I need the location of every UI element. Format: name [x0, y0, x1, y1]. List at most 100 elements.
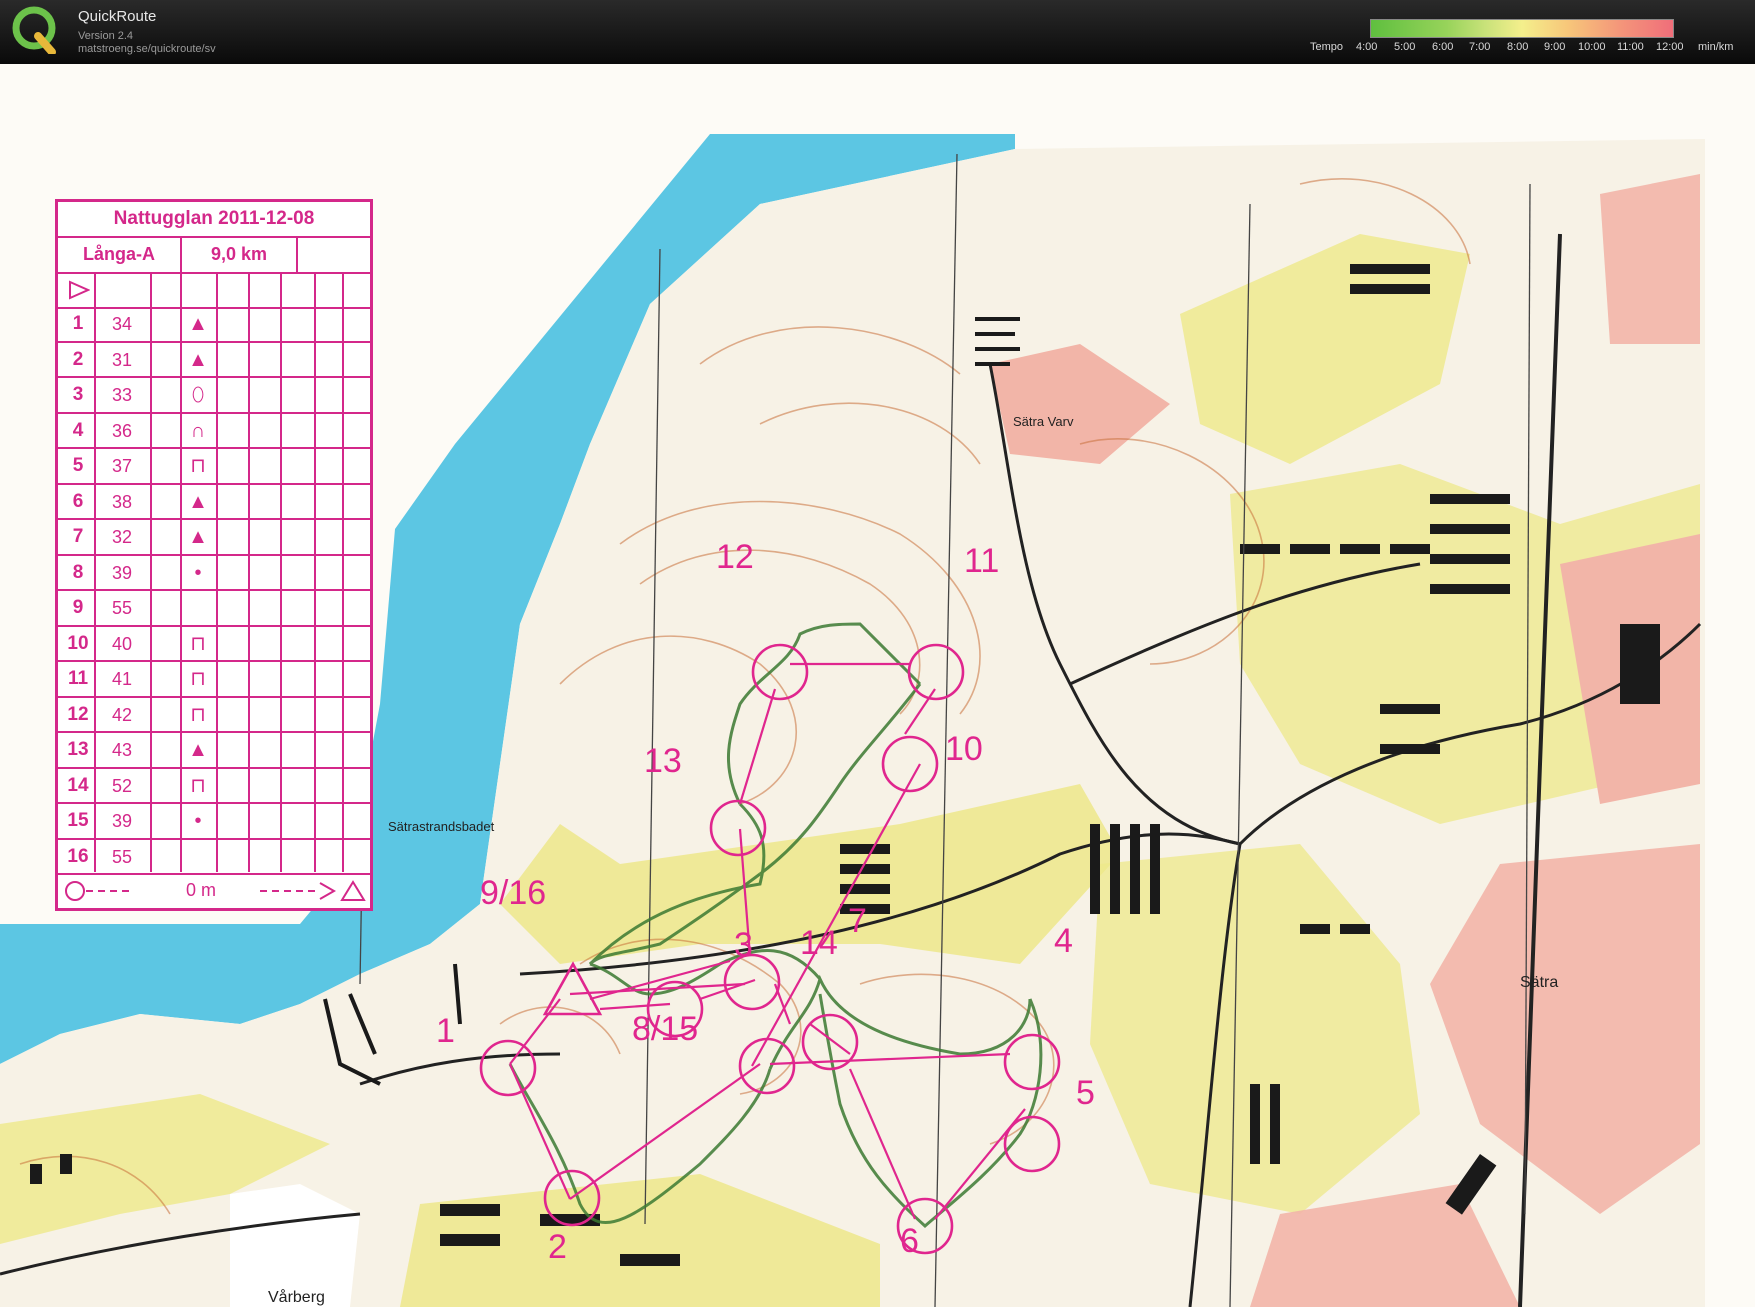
control-symbol-icon: ▲: [188, 526, 208, 548]
tempo-tick: 12:00: [1656, 41, 1684, 53]
control-code: 42: [111, 704, 133, 725]
control-row: 6 38 ▲: [58, 485, 370, 520]
place-name: Vårberg: [268, 1289, 325, 1306]
control-number: 9: [72, 597, 84, 618]
control-symbol-icon: ▲: [188, 739, 208, 761]
control-number: 1: [72, 313, 84, 334]
control-symbol-icon: ∩: [190, 419, 206, 442]
control-code: 39: [111, 811, 133, 831]
control-label: 7: [848, 902, 867, 940]
place-name: Sätrastrandsbadet: [388, 819, 495, 834]
control-row: 8 39 •: [58, 556, 370, 591]
control-number: 4: [72, 419, 84, 441]
control-symbol-icon: ⊓: [190, 632, 206, 655]
start-row: [58, 272, 370, 309]
control-code: 31: [111, 349, 133, 370]
control-symbol-icon: ⬯: [191, 384, 205, 406]
control-row: 13 43 ▲: [58, 733, 370, 769]
control-code: 34: [111, 314, 133, 334]
app-version: Version 2.4: [78, 30, 134, 42]
control-row: 14 52 ⊓: [58, 769, 370, 804]
control-label: 10: [945, 730, 983, 768]
control-code: 38: [111, 491, 133, 512]
tempo-tick: 10:00: [1578, 41, 1606, 53]
tempo-tick: 8:00: [1507, 41, 1529, 53]
tempo-color-scale: [1370, 19, 1674, 38]
control-label: 14: [800, 924, 838, 962]
control-label: 12: [716, 538, 754, 576]
control-code: 37: [111, 456, 133, 476]
control-number: 8: [72, 561, 84, 583]
control-row: 11 41 ⊓: [58, 662, 370, 698]
finish-distance: 0 m: [186, 880, 217, 900]
place-name: Sätra: [1520, 974, 1559, 991]
control-symbol-icon: ⊓: [190, 774, 206, 797]
control-code: 39: [111, 562, 133, 583]
control-symbol-icon: ⊓: [190, 455, 206, 477]
control-label: 8/15: [632, 1010, 699, 1048]
control-symbol-icon: •: [194, 561, 202, 584]
control-label: 11: [964, 542, 1000, 580]
control-symbol-icon: ▲: [188, 490, 208, 513]
control-code: 43: [111, 740, 133, 760]
orienteering-map[interactable]: Nattugglan 2011-12-08 Långa-A 9,0 km 1 34…: [0, 64, 1755, 1307]
urban-area: [1600, 174, 1700, 344]
start-triangle-icon: [69, 280, 90, 300]
control-number: 16: [67, 845, 89, 867]
control-row: 9 55: [58, 591, 370, 627]
app-title: QuickRoute: [78, 8, 157, 25]
tempo-tick: 5:00: [1394, 41, 1416, 53]
app-header: QuickRoute Version 2.4 matstroeng.se/qui…: [0, 0, 1755, 64]
control-number: 2: [72, 348, 84, 370]
tempo-label: Tempo: [1310, 41, 1344, 53]
tempo-unit: min/km: [1698, 41, 1734, 53]
control-code: 33: [111, 385, 133, 405]
control-row: 3 33 ⬯: [58, 378, 370, 414]
control-row: 12 42 ⊓: [58, 698, 370, 733]
control-label: 1: [436, 1012, 455, 1050]
tempo-tick: 4:00: [1356, 41, 1378, 53]
control-code: 55: [111, 846, 133, 867]
control-row: 1 34 ▲: [58, 307, 370, 343]
control-label: 3: [734, 926, 753, 964]
app-url: matstroeng.se/quickroute/sv: [78, 43, 216, 55]
control-label: 13: [644, 742, 682, 780]
control-row: 7 32 ▲: [58, 520, 370, 556]
control-code: 32: [111, 527, 133, 547]
course-distance: 9,0 km: [182, 236, 298, 272]
control-symbol-icon: •: [194, 810, 202, 832]
place-name: Sätra Varv: [1013, 414, 1074, 429]
control-number: 5: [72, 455, 84, 476]
control-list: 1 34 ▲ 2 31 ▲ 3 33 ⬯ 4 36 ∩ 5 37 ⊓ 6 38 ▲ 7 32 ▲ 8 39 • …: [58, 307, 370, 875]
control-number: 12: [67, 703, 89, 725]
control-label: 4: [1054, 922, 1073, 960]
control-code: 41: [111, 669, 133, 689]
control-number: 15: [67, 810, 89, 831]
control-number: 11: [67, 668, 89, 689]
control-label: 6: [900, 1222, 919, 1260]
control-code: 40: [111, 633, 133, 654]
control-row: 4 36 ∩: [58, 414, 370, 449]
control-label: 2: [548, 1228, 567, 1266]
control-row: 2 31 ▲: [58, 343, 370, 378]
control-row: 16 55: [58, 840, 370, 875]
control-code: 36: [111, 420, 133, 441]
control-symbol-icon: ⊓: [190, 703, 206, 726]
control-number: 14: [67, 774, 89, 796]
course-name: Långa-A: [58, 236, 182, 272]
control-card: Nattugglan 2011-12-08 Långa-A 9,0 km 1 34…: [55, 199, 373, 911]
control-number: 3: [72, 384, 84, 405]
control-code: 55: [111, 598, 133, 618]
course-row: Långa-A 9,0 km: [58, 236, 370, 274]
control-row: 10 40 ⊓: [58, 627, 370, 662]
control-symbol-icon: ▲: [188, 313, 208, 335]
control-label: 5: [1076, 1074, 1095, 1112]
control-symbol-icon: ⊓: [190, 668, 206, 690]
control-number: 10: [67, 632, 89, 654]
finish-arrow-icon: [260, 880, 366, 901]
control-row: 15 39 •: [58, 804, 370, 840]
tempo-tick: 7:00: [1469, 41, 1491, 53]
control-number: 6: [72, 490, 84, 512]
event-title: Nattugglan 2011-12-08: [58, 202, 370, 238]
control-number: 13: [67, 739, 89, 760]
